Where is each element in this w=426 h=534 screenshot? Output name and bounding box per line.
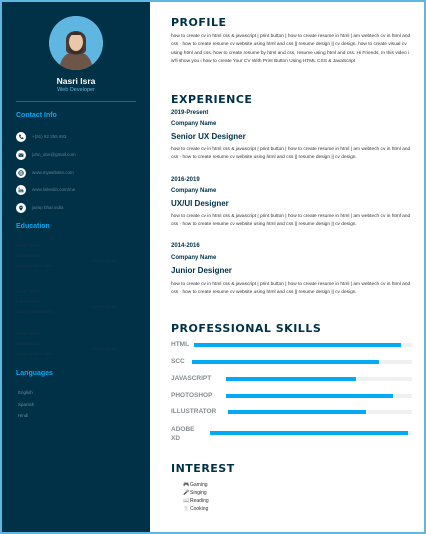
- globe-icon: [16, 167, 26, 178]
- main-content: PROFILE how to create cv in html css & j…: [150, 2, 424, 532]
- experience-years: 2016-2019: [171, 177, 200, 183]
- skill-bar: [210, 431, 412, 435]
- contact-website[interactable]: www.mywebsite.com: [16, 167, 74, 178]
- experience-title: EXPERIENCE: [171, 93, 253, 106]
- skill-bar: [192, 360, 412, 364]
- experience-desc: how to create cv in html css & javascrip…: [171, 214, 411, 228]
- experience-company: Company Name: [171, 255, 217, 261]
- contact-linkedin-text: www.linkedin.com/me: [32, 187, 76, 192]
- experience-years: 2019-Present: [171, 110, 209, 116]
- language-item: Hindi: [18, 413, 29, 418]
- education-line: Lorem ipsum: [92, 346, 119, 351]
- skill-fill: [192, 360, 379, 364]
- contact-phone[interactable]: +(91) 92 255 693: [16, 131, 66, 142]
- profile-text: how to create cv in html css & javascrip…: [171, 34, 411, 64]
- skill-label: ADOBE XD: [171, 426, 195, 442]
- sidebar-divider: [16, 101, 136, 102]
- experience-role: Junior Designer: [171, 266, 232, 275]
- interest-label: Cooking: [190, 505, 209, 512]
- phone-icon: [16, 131, 26, 142]
- education-line: Lorem ipsum dolor: [16, 263, 54, 268]
- profile-role: Web Developer: [57, 87, 95, 93]
- skill-bar: [228, 410, 412, 414]
- skill-label: HTML: [171, 341, 190, 348]
- experience-role: UX/UI Designer: [171, 199, 229, 208]
- contact-location-text: jaimp bhar,india: [32, 205, 64, 210]
- skill-label: JAVASCRIPT: [171, 375, 212, 382]
- profile-name: Nasri Isra: [56, 76, 96, 86]
- skill-fill: [226, 394, 394, 398]
- linkedin-icon: [16, 184, 26, 195]
- avatar: [49, 16, 103, 70]
- interest-item: 🎮 Gaming: [183, 481, 208, 488]
- education-line: 2015 - 2019: [16, 331, 41, 336]
- contact-linkedin[interactable]: www.linkedin.com/me: [16, 184, 75, 195]
- interest-title: INTEREST: [171, 462, 235, 475]
- contact-email-text: john_doe@gmail.com: [32, 152, 76, 157]
- skill-bar: [226, 377, 412, 381]
- interest-item: 🎤 Singing: [183, 489, 207, 496]
- skill-fill: [228, 410, 366, 414]
- education-line: 2010 - 2013: [16, 243, 41, 248]
- interest-item: 🍴 Cooking: [183, 505, 208, 512]
- skills-title: PROFESSIONAL SKILLS: [171, 322, 322, 335]
- experience-desc: how to create cv in html css & javascrip…: [171, 282, 411, 296]
- interest-label: Singing: [190, 489, 207, 496]
- book-icon: 📖: [183, 497, 190, 504]
- microphone-icon: 🎤: [183, 489, 190, 496]
- skill-fill: [226, 377, 357, 381]
- education-line: Lorem ipsum dolor: [16, 351, 54, 356]
- contact-phone-text: +(91) 92 255 693: [32, 134, 67, 139]
- language-item: Spanish: [18, 402, 35, 407]
- gamepad-icon: 🎮: [183, 481, 190, 488]
- contact-email[interactable]: john_doe@gmail.com: [16, 149, 76, 160]
- skill-bar: [194, 343, 412, 347]
- languages-title: Languages: [16, 370, 53, 377]
- education-line: Matriculation: [16, 253, 42, 258]
- skill-label: ILLUSTRATOR: [171, 408, 217, 415]
- skill-fill: [194, 343, 402, 347]
- experience-company: Company Name: [171, 121, 217, 127]
- contact-website-text: www.mywebsite.com: [32, 170, 74, 175]
- sidebar: Nasri Isra Web Developer Contact Info +(…: [2, 2, 150, 532]
- skill-label: SCC: [171, 358, 185, 365]
- profile-title: PROFILE: [171, 16, 227, 29]
- experience-role: Senior UX Designer: [171, 132, 246, 141]
- education-title: Education: [16, 223, 50, 230]
- interest-label: Gaming: [190, 481, 208, 488]
- location-icon: [16, 202, 26, 213]
- utensils-icon: 🍴: [183, 505, 190, 512]
- language-item: English: [18, 390, 33, 395]
- skill-label: PHOTOSHOP: [171, 392, 213, 399]
- experience-desc: how to create cv in html css & javascrip…: [171, 147, 411, 161]
- education-line: Intermediate: [16, 299, 42, 304]
- skill-bar: [226, 394, 412, 398]
- skill-fill: [210, 431, 408, 435]
- email-icon: [16, 149, 26, 160]
- contact-location[interactable]: jaimp bhar,india: [16, 202, 64, 213]
- experience-years: 2014-2016: [171, 243, 200, 249]
- experience-company: Company Name: [171, 188, 217, 194]
- education-line: Graduation: [16, 341, 39, 346]
- interest-label: Reading: [190, 497, 209, 504]
- education-line: 2013 - 2015: [16, 289, 41, 294]
- interest-item: 📖 Reading: [183, 497, 209, 504]
- education-line: Lorem ipsum: [92, 258, 119, 263]
- education-line: Lorem ipsum dolor: [16, 309, 54, 314]
- avatar-image: [49, 16, 103, 70]
- education-line: Lorem ipsum: [92, 304, 119, 309]
- contact-info-title: Contact Info: [16, 112, 57, 119]
